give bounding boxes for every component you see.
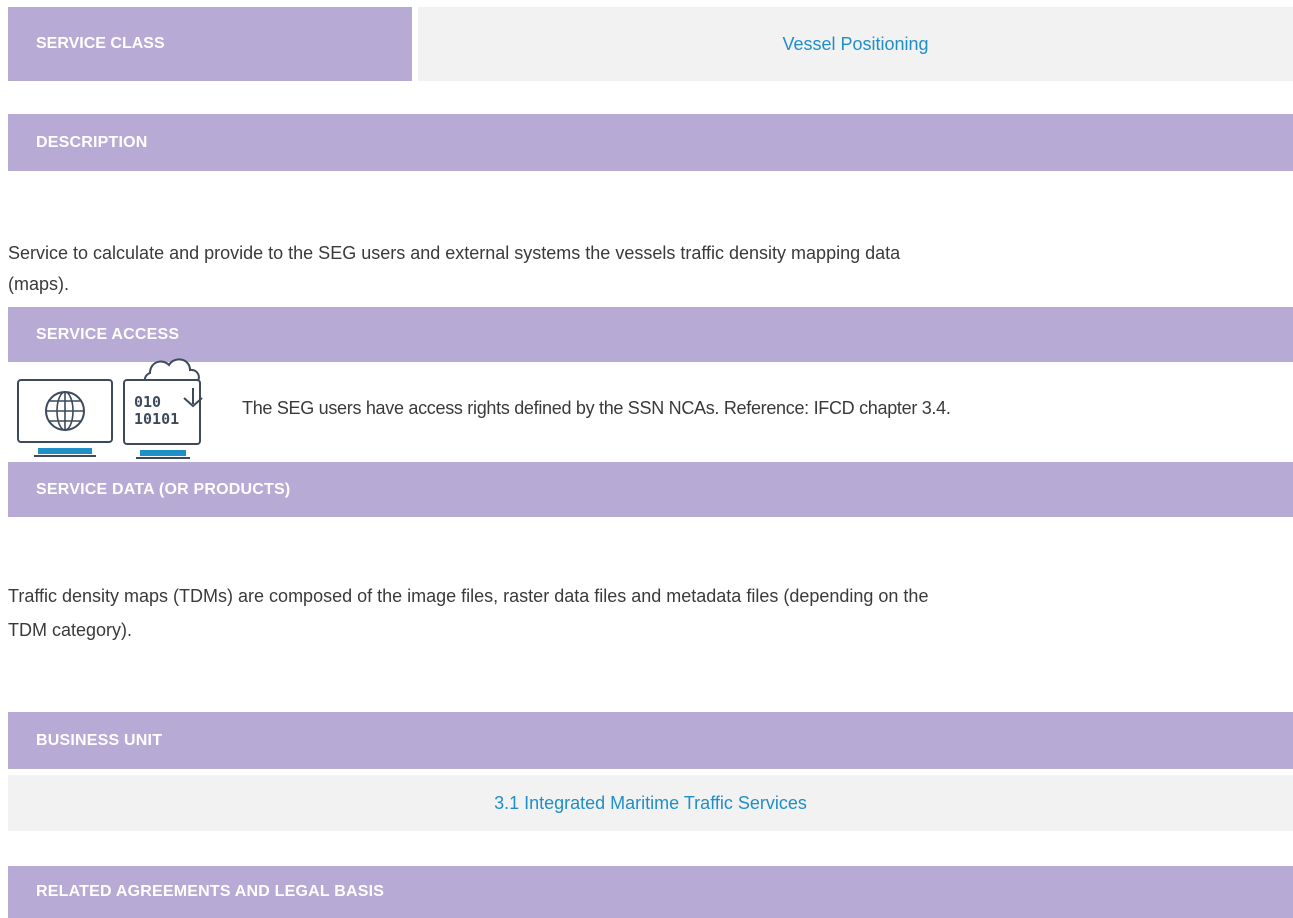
binary-text: 010 10101 — [134, 393, 180, 428]
service-data-text: Traffic density maps (TDMs) are composed… — [8, 579, 1283, 647]
cloud-binary-monitor-icon: 010 10101 — [122, 346, 214, 465]
service-class-label: SERVICE CLASS — [8, 7, 412, 81]
related-agreements-heading: RELATED AGREEMENTS AND LEGAL BASIS — [8, 866, 1293, 918]
service-access-text: The SEG users have access rights defined… — [242, 398, 951, 418]
service-data-heading: SERVICE DATA (OR PRODUCTS) — [8, 462, 1293, 517]
globe-monitor-icon — [16, 378, 114, 463]
description-heading: DESCRIPTION — [8, 114, 1293, 171]
description-line-1: Service to calculate and provide to the … — [8, 243, 901, 263]
service-class-value[interactable]: Vessel Positioning — [418, 7, 1293, 81]
business-unit-value[interactable]: 3.1 Integrated Maritime Traffic Services — [8, 775, 1293, 831]
description-line-2: (maps). — [8, 274, 70, 294]
service-access-row: 010 10101 The SEG users have access righ… — [8, 358, 1293, 459]
service-data-line-2: TDM category). — [8, 620, 133, 640]
service-class-row: SERVICE CLASS Vessel Positioning — [8, 7, 1293, 81]
description-text: Service to calculate and provide to the … — [8, 238, 1283, 300]
service-data-line-1: Traffic density maps (TDMs) are composed… — [8, 586, 929, 606]
business-unit-heading: BUSINESS UNIT — [8, 712, 1293, 769]
